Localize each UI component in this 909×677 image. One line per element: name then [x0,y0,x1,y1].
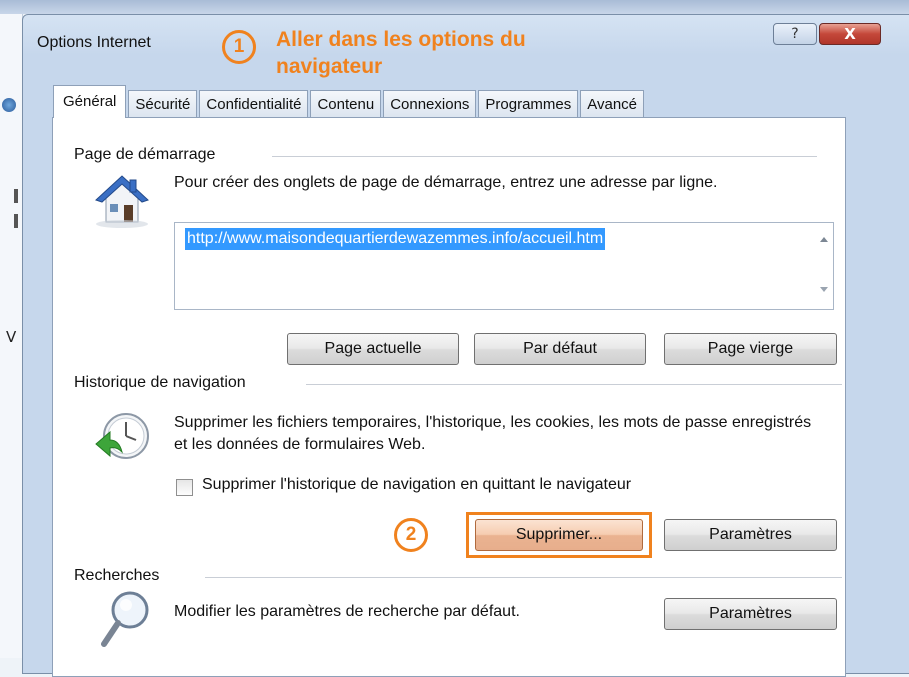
delete-history-button[interactable]: Supprimer... [475,519,643,551]
tab-security[interactable]: Sécurité [128,90,198,118]
background-text-fragment: V [6,328,17,346]
scroll-up-arrow-icon[interactable] [820,237,828,242]
tab-privacy[interactable]: Confidentialité [199,90,309,118]
home-page-url-field[interactable]: http://www.maisondequartierdewazemmes.in… [174,222,834,310]
home-page-header: Page de démarrage [74,146,216,163]
blank-page-button[interactable]: Page vierge [664,333,837,365]
divider [205,577,842,578]
url-field-scrollbar[interactable] [815,223,833,309]
background-mark [14,214,18,228]
tab-programs[interactable]: Programmes [478,90,579,118]
divider [306,384,842,385]
tab-general[interactable]: Général [53,85,127,118]
search-settings-button[interactable]: Paramètres [664,598,837,630]
history-header: Historique de navigation [74,374,246,391]
current-page-button[interactable]: Page actuelle [287,333,459,365]
background-taskbar-strip [0,0,909,14]
home-page-url-text: http://www.maisondequartierdewazemmes.in… [185,228,606,250]
background-mark [14,189,18,203]
step-2-badge: 2 [394,518,428,552]
tab-connections[interactable]: Connexions [383,90,477,118]
delete-history-on-exit-checkbox[interactable] [176,479,193,496]
scroll-down-arrow-icon[interactable] [820,287,828,292]
tab-strip: Général Sécurité Confidentialité Contenu… [53,84,646,118]
house-icon [95,175,149,228]
history-clock-icon [95,413,149,459]
tab-advanced[interactable]: Avancé [580,90,645,118]
magnifier-icon [101,591,149,647]
home-page-description: Pour créer des onglets de page de démarr… [174,174,718,191]
history-description: Supprimer les fichiers temporaires, l'hi… [174,414,812,453]
delete-history-on-exit-label[interactable]: Supprimer l'historique de navigation en … [202,476,631,494]
globe-icon [2,98,16,112]
close-button[interactable]: X [819,23,881,45]
background-browser-edge: V [0,14,23,658]
history-settings-button[interactable]: Paramètres [664,519,837,551]
tab-content[interactable]: Contenu [310,90,382,118]
step-1-annotation: Aller dans les options du navigateur [276,28,526,78]
general-tab-panel [52,117,846,677]
divider [272,156,817,157]
default-page-button[interactable]: Par défaut [474,333,646,365]
dialog-title: Options Internet [37,34,151,51]
step-1-badge: 1 [222,30,256,64]
help-button[interactable]: ? [773,23,817,45]
search-header: Recherches [74,567,160,584]
